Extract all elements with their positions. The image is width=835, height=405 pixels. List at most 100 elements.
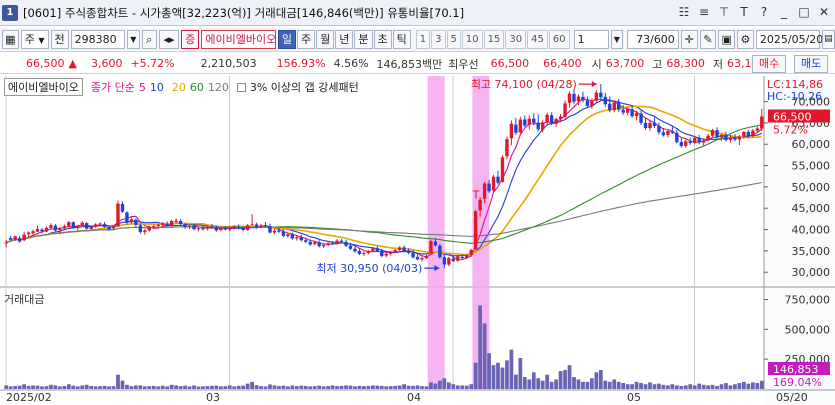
grid-icon[interactable]: ▦ [2, 30, 19, 49]
draw-icon[interactable]: ✎ [699, 30, 717, 49]
calendar-icon[interactable]: ▤ [821, 30, 835, 49]
period-tab-1[interactable]: 주 [297, 30, 316, 49]
volume-bar [147, 386, 152, 389]
period-tab-3[interactable]: 년 [335, 30, 354, 49]
date-input[interactable]: 2025/05/20 [755, 30, 823, 49]
price-tick-label-5: 45,000 [792, 202, 831, 215]
stock-name-field[interactable]: 에이비엘바이오 [201, 30, 276, 49]
interval-button-60[interactable]: 60 [548, 30, 570, 49]
price-tick-label-3: 55,000 [792, 160, 831, 173]
volume-bar [666, 385, 670, 389]
period-tab-4[interactable]: 분 [354, 30, 373, 49]
page-counter[interactable]: 73/600 [626, 30, 679, 49]
candle-body [733, 137, 737, 140]
id-card-icon[interactable]: ☷ [677, 4, 691, 20]
search-icon[interactable]: ⌕ [141, 30, 157, 49]
volume-bar [630, 384, 634, 389]
candle-body [536, 122, 540, 130]
settings-icon[interactable]: ⚙ [737, 30, 754, 49]
period-tab-2[interactable]: 월 [316, 30, 335, 49]
prev-button[interactable]: 전 [50, 30, 69, 49]
volume-bar [733, 384, 737, 389]
buy-button[interactable]: 매수 [752, 55, 787, 73]
volume-bar [259, 386, 263, 389]
volume-bar [151, 385, 156, 389]
sell-button[interactable]: 매도 [794, 55, 829, 73]
volume-bar [643, 384, 648, 389]
candle-body [80, 222, 84, 226]
list-icon[interactable]: ≡ [697, 4, 711, 20]
interval-button-30[interactable]: 30 [505, 30, 527, 49]
volume-bar [344, 385, 348, 389]
candle-body [728, 137, 733, 140]
candle-body [286, 234, 290, 236]
period-tab-6[interactable]: 틱 [392, 30, 411, 49]
speaker-icon[interactable]: ◂▸ [158, 30, 180, 49]
volume-bar [657, 383, 661, 389]
volume-bar [357, 385, 362, 389]
candle [518, 116, 523, 135]
text-icon[interactable]: T [737, 4, 751, 20]
interval-button-10[interactable]: 10 [461, 30, 483, 49]
volume-bar [473, 362, 478, 389]
volume-bar [598, 369, 603, 389]
maximize-icon[interactable]: □ [797, 4, 811, 20]
date-axis-label-2: 04 [407, 391, 421, 404]
volume-bar [518, 357, 523, 389]
candle-body [612, 102, 616, 111]
candle-body [420, 258, 424, 260]
interval-button-15[interactable]: 15 [483, 30, 505, 49]
minimize-icon[interactable]: _ [777, 4, 791, 20]
candle-body [9, 238, 13, 240]
volume-bar [241, 385, 246, 389]
legend-ma60: 60 [189, 80, 204, 94]
candle-body [263, 225, 268, 227]
price-tick-label-7: 35,000 [792, 245, 831, 258]
stock-chart[interactable]: 70,00065,00060,00055,00050,00045,00040,0… [0, 76, 835, 405]
volume-bar [576, 379, 581, 389]
high-annotation: 최고 74,100 (04/28) [471, 78, 577, 91]
volume-bar [607, 381, 612, 389]
candle-body [357, 250, 362, 254]
period-tab-5[interactable]: 초 [373, 30, 392, 49]
candle-body [272, 230, 277, 233]
stock-code-input[interactable]: 298380 [70, 30, 125, 49]
volume-bar [737, 383, 742, 389]
dropdown-arrow-icon[interactable]: ▼ [126, 30, 140, 49]
candle-body [366, 251, 371, 254]
interval-button-45[interactable]: 45 [527, 30, 548, 49]
candle-body [541, 122, 545, 130]
last-volume-tag: 146,853 [773, 363, 819, 376]
gap-highlight-band-0 [427, 76, 445, 390]
volume-bar [134, 385, 138, 389]
interval-button-3[interactable]: 3 [431, 30, 446, 49]
volume-bar [227, 385, 232, 389]
candle-body [107, 226, 111, 230]
pin-icon[interactable]: ⊤ [717, 4, 731, 20]
candle-body [201, 228, 205, 230]
close-icon[interactable]: ✕ [817, 4, 831, 20]
candle-body [67, 222, 71, 227]
interval-dropdown-icon[interactable]: ▼ [611, 30, 623, 49]
market-select[interactable]: 주 ▼ [20, 30, 49, 49]
help-icon[interactable]: ? [757, 4, 771, 20]
title-tools: ☷ ≡ ⊤ T? _ □ ✕ [677, 4, 831, 20]
period-tab-0[interactable]: 일 [277, 30, 297, 49]
candle-body [514, 124, 518, 133]
legend-stock-name[interactable]: 에이비엘바이오 [4, 78, 83, 96]
volume-bar [603, 380, 608, 389]
candle-body [259, 225, 263, 228]
trade-amount: 146,853백만 [376, 57, 443, 71]
volume-bar [205, 386, 210, 389]
volume-bar [505, 360, 509, 389]
bid-price: 66,400 [543, 57, 582, 70]
candle-body [710, 130, 715, 136]
interval-button-1[interactable]: 1 [415, 30, 431, 49]
interval-button-5[interactable]: 5 [446, 30, 461, 49]
candle-body [438, 245, 442, 258]
custom-interval-input[interactable]: 1 [573, 30, 610, 49]
save-icon[interactable]: ▣ [718, 30, 736, 49]
crosshair-icon[interactable]: ✛ [680, 30, 698, 49]
stock-badge[interactable]: 증 [181, 30, 200, 49]
candle-body [715, 130, 719, 137]
